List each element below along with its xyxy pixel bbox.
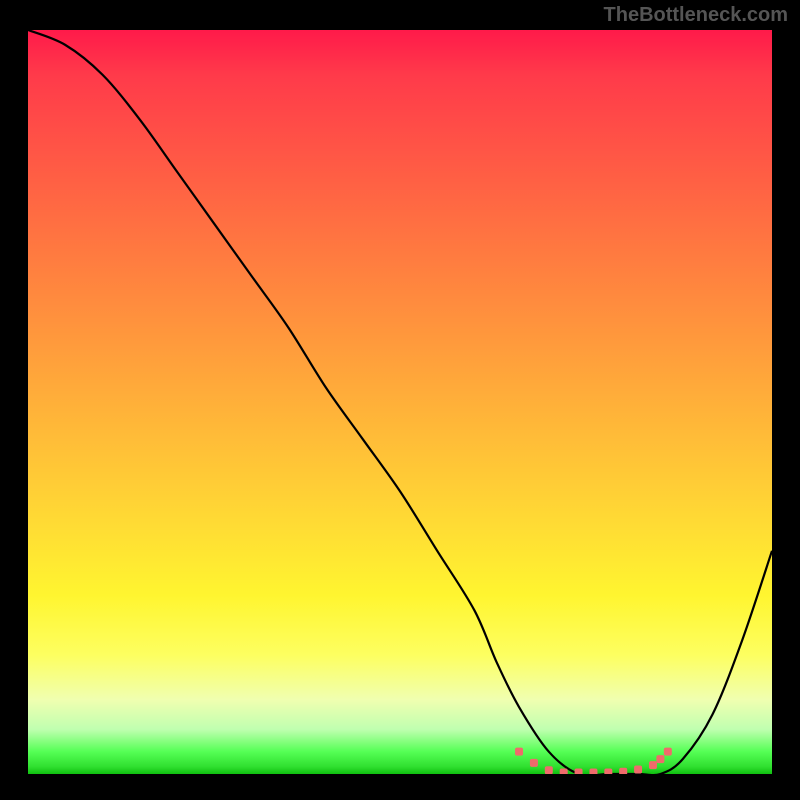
chart-area xyxy=(28,30,772,774)
gradient-background xyxy=(28,30,772,774)
attribution-text: TheBottleneck.com xyxy=(604,4,788,27)
